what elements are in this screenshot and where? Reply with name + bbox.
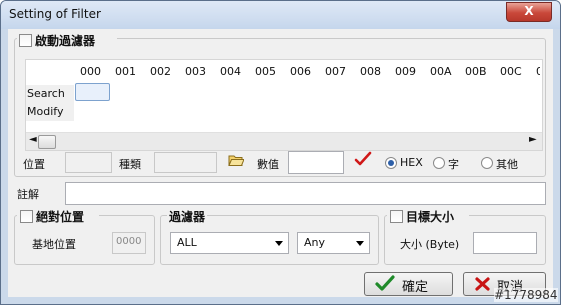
window-title: Setting of Filter xyxy=(9,7,101,21)
absolute-position-label: 絕對位置 xyxy=(36,210,85,224)
filter-select-group: 過濾器 ALL Any xyxy=(160,208,379,265)
enable-filter-group: 啟動過濾器 000 001 002 003 004 005 006 007 00… xyxy=(14,32,546,177)
position-label: 位置 xyxy=(23,158,45,171)
char-radio[interactable] xyxy=(433,157,445,169)
filter-type-select[interactable]: ALL xyxy=(170,232,289,254)
enable-filter-label: 啟動過濾器 xyxy=(35,34,96,48)
row-header-search: Search xyxy=(26,85,74,103)
absolute-position-group: 絕對位置 基地位置 0000 xyxy=(14,208,155,265)
base-position-label: 基地位置 xyxy=(32,238,76,251)
enable-filter-header: 啟動過濾器 xyxy=(17,32,117,49)
row-label: Search xyxy=(27,87,65,100)
column-header: 00A xyxy=(430,65,452,78)
filter-select-label: 過濾器 xyxy=(167,208,208,225)
column-header: 007 xyxy=(325,65,346,78)
chevron-down-icon xyxy=(275,241,283,246)
column-header: 008 xyxy=(360,65,381,78)
filter-grid[interactable]: 000 001 002 003 004 005 006 007 008 009 … xyxy=(25,59,543,151)
comment-input[interactable] xyxy=(65,182,546,205)
title-bar[interactable]: Setting of Filter X xyxy=(1,1,560,29)
close-button[interactable]: X xyxy=(506,2,552,22)
other-label: 其他 xyxy=(496,158,518,171)
scrollbar-thumb[interactable] xyxy=(38,135,56,149)
green-check-icon xyxy=(375,275,395,296)
red-check-icon[interactable] xyxy=(354,151,372,170)
column-header: 005 xyxy=(255,65,276,78)
chevron-down-icon xyxy=(356,241,364,246)
enable-filter-checkbox[interactable] xyxy=(19,34,32,47)
row-label: Modify xyxy=(27,105,64,118)
column-header: 001 xyxy=(115,65,136,78)
dialog-client-area: 啟動過濾器 000 001 002 003 004 005 006 007 00… xyxy=(8,29,553,297)
column-header: 002 xyxy=(150,65,171,78)
type-label: 種類 xyxy=(119,158,141,171)
other-radio[interactable] xyxy=(481,157,493,169)
row-header-modify: Modify xyxy=(26,103,74,121)
target-size-label: 目標大小 xyxy=(406,210,455,224)
base-position-field[interactable]: 0000 xyxy=(112,232,146,254)
size-input[interactable] xyxy=(473,232,537,254)
watermark-text: #1778984 xyxy=(494,288,558,302)
absolute-position-header: 絕對位置 xyxy=(17,208,99,224)
column-header: 00C xyxy=(500,65,522,78)
position-field[interactable] xyxy=(65,152,112,173)
ok-button[interactable]: 確定 xyxy=(364,272,453,296)
scroll-left-icon[interactable]: ◄ xyxy=(29,134,37,145)
target-size-checkbox[interactable] xyxy=(390,210,403,223)
column-header: 009 xyxy=(395,65,416,78)
close-icon: X xyxy=(524,4,534,18)
column-header-partial: 0 xyxy=(536,65,540,77)
ok-label: 確定 xyxy=(402,280,429,295)
hex-label: HEX xyxy=(400,156,423,169)
target-size-header: 目標大小 xyxy=(387,208,469,224)
column-header: 004 xyxy=(220,65,241,78)
size-label: 大小 (Byte) xyxy=(400,238,460,251)
grid-horizontal-scrollbar[interactable]: ◄ ► xyxy=(26,132,542,150)
column-header: 006 xyxy=(290,65,311,78)
type-field[interactable] xyxy=(154,152,217,173)
column-header: 000 xyxy=(80,65,101,78)
value-input[interactable] xyxy=(288,151,344,174)
folder-open-icon[interactable] xyxy=(228,153,245,171)
target-size-group: 目標大小 大小 (Byte) xyxy=(384,208,546,265)
filter-match-select[interactable]: Any xyxy=(297,232,370,254)
char-label: 字 xyxy=(448,158,459,171)
scroll-right-icon[interactable]: ► xyxy=(529,134,537,145)
comment-label: 註解 xyxy=(17,188,39,201)
value-label: 數值 xyxy=(257,158,279,171)
hex-radio[interactable] xyxy=(385,157,397,169)
filter-dialog-window: Setting of Filter X 啟動過濾器 000 001 002 00… xyxy=(0,0,561,305)
column-header: 003 xyxy=(185,65,206,78)
absolute-position-checkbox[interactable] xyxy=(20,210,33,223)
red-x-icon xyxy=(474,276,491,296)
grid-selected-cell[interactable] xyxy=(75,83,110,101)
column-header: 00B xyxy=(465,65,487,78)
